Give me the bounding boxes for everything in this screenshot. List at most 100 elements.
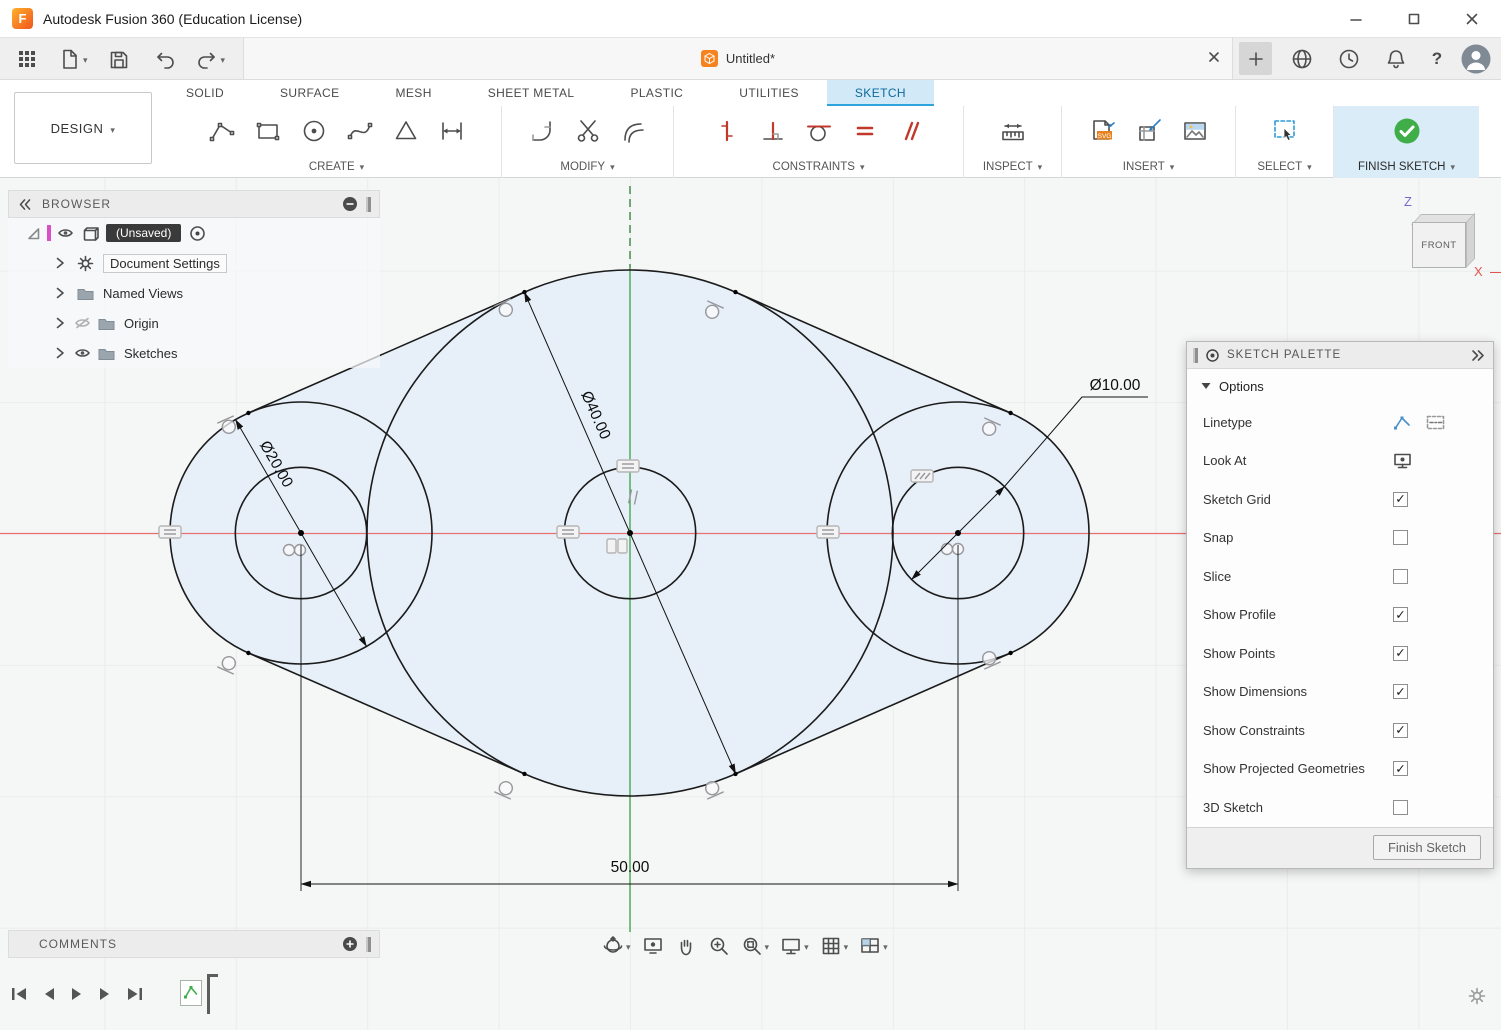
orbit-button[interactable] bbox=[598, 933, 635, 959]
sketch-linetype-icon[interactable] bbox=[1393, 414, 1412, 431]
expand-chevron-icon[interactable] bbox=[54, 286, 66, 300]
zoom-button[interactable] bbox=[704, 933, 734, 959]
line-tool-button[interactable] bbox=[205, 114, 239, 148]
save-button[interactable] bbox=[101, 42, 135, 76]
canvas-tool-button[interactable] bbox=[1178, 114, 1212, 148]
add-comment-button[interactable] bbox=[342, 936, 358, 952]
browser-item-label[interactable]: Sketches bbox=[124, 346, 177, 361]
insert-dxf-tool-button[interactable] bbox=[1132, 114, 1166, 148]
palette-pin-icon[interactable] bbox=[1205, 348, 1220, 363]
grid-settings-button[interactable] bbox=[816, 933, 853, 959]
maximize-button[interactable] bbox=[1385, 0, 1443, 38]
select-menu[interactable]: SELECT bbox=[1236, 156, 1333, 178]
viewcube-side-face[interactable] bbox=[1466, 213, 1475, 268]
document-tab[interactable]: Untitled* bbox=[243, 38, 1233, 79]
create-menu[interactable]: CREATE bbox=[172, 156, 501, 178]
show-constraints-checkbox[interactable] bbox=[1393, 723, 1408, 738]
constraints-menu[interactable]: CONSTRAINTS bbox=[674, 156, 963, 178]
pan-button[interactable] bbox=[671, 933, 701, 959]
browser-row-sketches[interactable]: Sketches bbox=[8, 338, 380, 368]
collapse-left-icon[interactable] bbox=[17, 197, 32, 212]
timeline-sketch-feature[interactable] bbox=[180, 980, 202, 1006]
timeline-settings-gear[interactable] bbox=[1467, 986, 1487, 1006]
comments-bar[interactable]: COMMENTS bbox=[8, 930, 380, 958]
spline-tool-button[interactable] bbox=[343, 114, 377, 148]
browser-drag-handle[interactable] bbox=[368, 197, 371, 212]
snap-checkbox[interactable] bbox=[1393, 530, 1408, 545]
3d-sketch-checkbox[interactable] bbox=[1393, 800, 1408, 815]
look-at-icon[interactable] bbox=[1393, 452, 1412, 470]
browser-row-origin[interactable]: Origin bbox=[8, 308, 380, 338]
design-workspace-button[interactable]: DESIGN bbox=[14, 92, 152, 164]
document-tab-close-button[interactable] bbox=[1208, 50, 1220, 68]
step-back-button[interactable] bbox=[42, 986, 56, 1002]
sketch-dimension-tool-button[interactable] bbox=[435, 114, 469, 148]
minimize-button[interactable] bbox=[1327, 0, 1385, 38]
new-tab-button[interactable] bbox=[1239, 42, 1272, 75]
eye-off-icon[interactable] bbox=[74, 315, 91, 331]
inspect-menu[interactable]: INSPECT bbox=[964, 156, 1061, 178]
polygon-tool-button[interactable] bbox=[389, 114, 423, 148]
browser-item-label[interactable]: Origin bbox=[124, 316, 159, 331]
comments-drag-handle[interactable] bbox=[368, 937, 371, 952]
browser-item-label[interactable]: Document Settings bbox=[103, 254, 227, 273]
palette-finish-sketch-button[interactable]: Finish Sketch bbox=[1373, 835, 1481, 860]
browser-row-named-views[interactable]: Named Views bbox=[8, 278, 380, 308]
notifications-button[interactable] bbox=[1379, 42, 1413, 76]
step-forward-button[interactable] bbox=[98, 986, 112, 1002]
show-projected-geometries-checkbox[interactable] bbox=[1393, 761, 1408, 776]
viewports-button[interactable] bbox=[855, 933, 892, 959]
tab-surface[interactable]: SURFACE bbox=[252, 80, 367, 106]
tab-mesh[interactable]: MESH bbox=[368, 80, 460, 106]
go-to-start-button[interactable] bbox=[10, 986, 28, 1002]
undo-button[interactable] bbox=[148, 42, 182, 76]
show-profile-checkbox[interactable] bbox=[1393, 607, 1408, 622]
browser-row-document-settings[interactable]: Document Settings bbox=[8, 248, 380, 278]
measure-tool-button[interactable] bbox=[996, 114, 1030, 148]
extensions-globe-button[interactable] bbox=[1285, 42, 1319, 76]
app-grid-button[interactable] bbox=[10, 42, 44, 76]
document-name-chip[interactable]: (Unsaved) bbox=[106, 224, 181, 242]
tab-plastic[interactable]: PLASTIC bbox=[602, 80, 711, 106]
display-settings-button[interactable] bbox=[776, 933, 813, 959]
circle-tool-button[interactable] bbox=[297, 114, 331, 148]
modify-menu[interactable]: MODIFY bbox=[502, 156, 673, 178]
insert-svg-tool-button[interactable]: SVG bbox=[1086, 114, 1120, 148]
trim-tool-button[interactable] bbox=[571, 114, 605, 148]
tab-sheet-metal[interactable]: SHEET METAL bbox=[460, 80, 603, 106]
show-points-checkbox[interactable] bbox=[1393, 646, 1408, 661]
look-at-button[interactable] bbox=[638, 933, 668, 959]
tab-solid[interactable]: SOLID bbox=[158, 80, 252, 106]
show-dimensions-checkbox[interactable] bbox=[1393, 684, 1408, 699]
help-button[interactable]: ? bbox=[1426, 49, 1448, 69]
horizontal-vertical-constraint-button[interactable] bbox=[710, 114, 744, 148]
browser-hide-button[interactable] bbox=[342, 196, 358, 212]
browser-row-document[interactable]: (Unsaved) bbox=[8, 218, 380, 248]
close-button[interactable] bbox=[1443, 0, 1501, 38]
expand-chevron-icon[interactable] bbox=[54, 316, 66, 330]
finish-sketch-button[interactable] bbox=[1390, 114, 1424, 148]
timeline-marker[interactable] bbox=[207, 974, 210, 1014]
collapse-right-icon[interactable] bbox=[1470, 348, 1485, 363]
play-button[interactable] bbox=[70, 986, 84, 1002]
expand-chevron-icon[interactable] bbox=[54, 256, 66, 270]
viewcube-front-face[interactable]: FRONT bbox=[1412, 222, 1466, 268]
rectangle-tool-button[interactable] bbox=[251, 114, 285, 148]
slice-checkbox[interactable] bbox=[1393, 569, 1408, 584]
sketch-grid-checkbox[interactable] bbox=[1393, 492, 1408, 507]
finish-sketch-menu[interactable]: FINISH SKETCH bbox=[1334, 156, 1479, 178]
viewcube[interactable]: Z FRONT X bbox=[1398, 194, 1498, 294]
select-tool-button[interactable] bbox=[1268, 114, 1302, 148]
profile-avatar[interactable] bbox=[1461, 44, 1491, 74]
sketch-palette-header[interactable]: SKETCH PALETTE bbox=[1187, 342, 1493, 369]
options-section-toggle[interactable]: Options bbox=[1187, 369, 1493, 403]
browser-item-label[interactable]: Named Views bbox=[103, 286, 183, 301]
go-to-end-button[interactable] bbox=[126, 986, 144, 1002]
equal-constraint-button[interactable] bbox=[848, 114, 882, 148]
centerline-linetype-icon[interactable] bbox=[1426, 414, 1445, 431]
job-status-button[interactable] bbox=[1332, 42, 1366, 76]
eye-icon[interactable] bbox=[74, 345, 91, 361]
parallel-constraint-button[interactable] bbox=[894, 114, 928, 148]
offset-tool-button[interactable] bbox=[617, 114, 651, 148]
file-menu-button[interactable] bbox=[57, 47, 88, 71]
